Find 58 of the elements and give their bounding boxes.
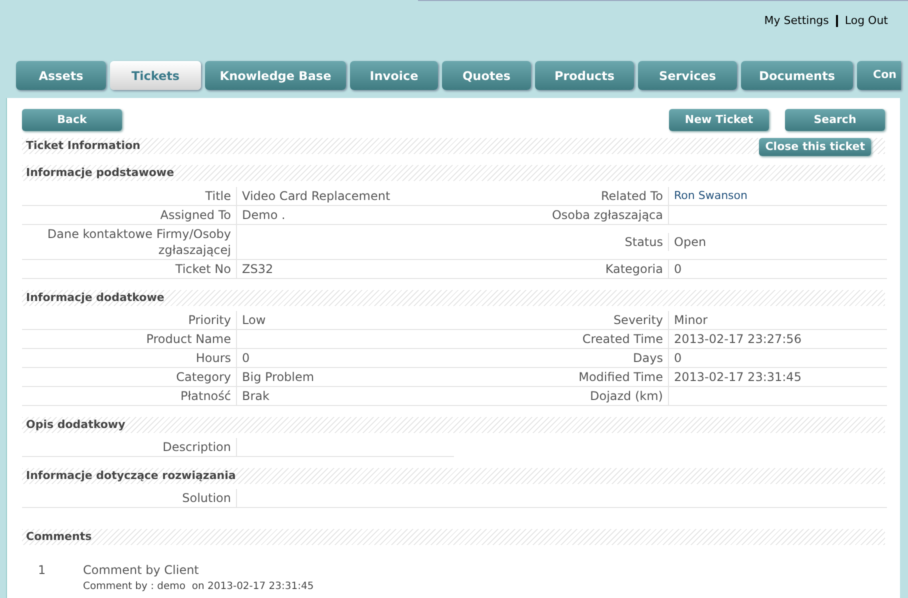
back-button[interactable]: Back <box>22 109 122 131</box>
field-value: Big Problem <box>242 370 314 384</box>
settings-link[interactable]: My Settings <box>764 12 829 30</box>
field-label: Solution <box>182 491 231 505</box>
nav-tab[interactable]: Documents <box>741 61 853 90</box>
field-label: Product Name <box>146 332 231 346</box>
field-label: Severity <box>613 313 663 327</box>
section-heading: Opis dodatkowy <box>25 416 126 433</box>
close-ticket-button[interactable]: Close this ticket <box>759 138 871 156</box>
field-value: Open <box>674 235 706 249</box>
search-button[interactable]: Search <box>785 109 885 131</box>
field-value: Brak <box>242 389 270 403</box>
comment-text: Comment by Client <box>83 562 200 579</box>
nav-tab[interactable]: Invoice <box>350 61 438 90</box>
field-label: Kategoria <box>605 262 663 276</box>
field-value: 0 <box>674 262 682 276</box>
comment-meta: Comment by : demo on 2013-02-17 23:31:45 <box>83 580 314 594</box>
field-label: Płatność <box>180 389 231 403</box>
field-label: Ticket No <box>175 262 231 276</box>
field-label: Hours <box>196 351 231 365</box>
field-value: ZS32 <box>242 262 274 276</box>
nav-tab[interactable]: Assets <box>16 61 106 90</box>
field-label: Dojazd (km) <box>590 389 663 403</box>
section-heading: Comments <box>25 528 92 545</box>
field-label: Osoba zgłaszająca <box>552 208 663 222</box>
nav-tab[interactable]: Services <box>638 61 737 90</box>
nav-tab[interactable]: Knowledge Base <box>205 61 346 90</box>
nav-tab[interactable]: Tickets <box>110 61 201 90</box>
field-label: Created Time <box>582 332 663 346</box>
field-value: Low <box>242 313 266 327</box>
field-label: Modified Time <box>578 370 663 384</box>
field-value: 2013-02-17 23:27:56 <box>674 332 802 346</box>
field-label: Days <box>633 351 663 365</box>
field-label: Category <box>176 370 231 384</box>
field-label: Status <box>624 235 663 249</box>
field-value: 0 <box>242 351 250 365</box>
section-heading: Ticket Information <box>25 138 140 154</box>
comment-number: 1 <box>38 562 47 579</box>
field-value: Video Card Replacement <box>242 188 390 202</box>
field-label: Assigned To <box>160 208 231 222</box>
new-ticket-button[interactable]: New Ticket <box>669 109 769 131</box>
field-value: 0 <box>674 351 682 365</box>
related-link[interactable]: Ron Swanson <box>674 189 748 202</box>
field-label: Dane kontaktowe Firmy/Osoby zgłaszającej <box>47 227 231 257</box>
field-label: Related To <box>600 188 663 202</box>
section-heading: Informacje dotyczące rozwiązania <box>25 468 236 484</box>
field-value: 2013-02-17 23:31:45 <box>674 370 802 384</box>
section-heading: Informacje dodatkowe <box>25 290 164 306</box>
nav-tab[interactable]: Products <box>535 61 634 90</box>
section-heading: Informacje podstawowe <box>25 164 174 181</box>
nav-tab[interactable]: Con <box>857 61 901 90</box>
logout-link[interactable]: Log Out <box>844 12 888 30</box>
field-value: Demo . <box>242 208 286 222</box>
nav-tab[interactable]: Quotes <box>442 61 531 90</box>
field-label: Title <box>205 188 231 202</box>
field-label: Priority <box>188 313 231 327</box>
field-value: Minor <box>674 313 708 327</box>
field-label: Description <box>162 440 231 454</box>
